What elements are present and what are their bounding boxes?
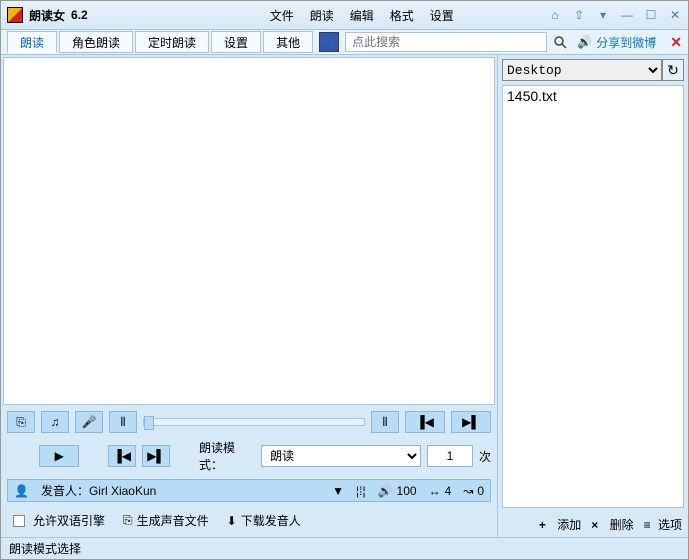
voice-name: Girl XiaoKun xyxy=(89,484,156,498)
rate-icon[interactable]: ↔ xyxy=(429,484,441,498)
volume-icon[interactable]: 🔊 xyxy=(378,484,393,498)
gen-audio-label: 生成声音文件 xyxy=(137,512,209,529)
menu-bar: 文件 朗读 编辑 格式 设置 xyxy=(270,7,454,24)
window-buttons: ⌂ ⇧ ▾ — ☐ ✕ xyxy=(548,8,682,22)
share-label: 分享到微博 xyxy=(596,34,656,51)
play-count-input[interactable] xyxy=(427,445,473,467)
speaker-icon: 🔊 xyxy=(577,35,592,49)
menu-format[interactable]: 格式 xyxy=(390,7,414,24)
home-icon[interactable]: ⌂ xyxy=(548,8,562,22)
delete-label: 删除 xyxy=(610,516,634,533)
titlebar: 朗读女 6.2 文件 朗读 编辑 格式 设置 ⌂ ⇧ ▾ — ☐ ✕ xyxy=(1,1,688,29)
options-button[interactable]: ≡ 选项 xyxy=(644,516,682,533)
slider-start-icon[interactable]: ⦀ xyxy=(109,411,137,433)
tray-icon[interactable]: ▾ xyxy=(596,8,610,22)
download-icon: ⬇ xyxy=(227,514,237,528)
status-text: 朗读模式选择 xyxy=(9,540,81,557)
file-list[interactable]: 1450.txt xyxy=(502,85,684,508)
tab-role-read[interactable]: 角色朗读 xyxy=(59,31,133,53)
text-area[interactable] xyxy=(3,57,495,405)
pitch-value: 0 xyxy=(477,484,484,498)
app-logo xyxy=(7,7,23,23)
menu-settings[interactable]: 设置 xyxy=(430,7,454,24)
download-voice-link[interactable]: ⬇ 下载发音人 xyxy=(227,512,301,529)
tab-read[interactable]: 朗读 xyxy=(7,31,57,53)
tab-timed-read[interactable]: 定时朗读 xyxy=(135,31,209,53)
menu-file[interactable]: 文件 xyxy=(270,7,294,24)
close-icon[interactable]: ✕ xyxy=(668,8,682,22)
status-bar: 朗读模式选择 xyxy=(1,537,688,559)
voice-label: 发音人： xyxy=(41,484,89,498)
prev-track-button[interactable]: ▐◀ xyxy=(405,411,445,433)
toolbar: 朗读 角色朗读 定时朗读 设置 其他 🐾 🔊 分享到微博 ✕ xyxy=(1,29,688,55)
maximize-icon[interactable]: ☐ xyxy=(644,8,658,22)
pitch-icon[interactable]: ↝ xyxy=(463,484,473,498)
play-button[interactable]: ▶ xyxy=(39,445,79,467)
export-icon: ⎘ xyxy=(123,513,133,528)
bilingual-label: 允许双语引擎 xyxy=(33,512,105,529)
download-voice-label: 下载发音人 xyxy=(241,512,301,529)
play-mode-label: 朗读模式： xyxy=(199,439,255,473)
search-icon[interactable] xyxy=(553,35,567,49)
prev-button[interactable]: ▐◀ xyxy=(108,445,136,467)
volume-value: 100 xyxy=(397,484,417,498)
next-button[interactable]: ▶▌ xyxy=(142,445,170,467)
voice-dropdown-icon[interactable]: ▼ xyxy=(332,484,344,498)
play-count-unit: 次 xyxy=(479,448,491,465)
mic-icon[interactable]: 🎤 xyxy=(75,411,103,433)
menu-read[interactable]: 朗读 xyxy=(310,7,334,24)
rate-value: 4 xyxy=(445,484,452,498)
gen-audio-link[interactable]: ⎘ 生成声音文件 xyxy=(123,512,209,529)
tuning-icon[interactable]: ¦⁞¦ xyxy=(356,484,366,498)
progress-slider[interactable] xyxy=(143,418,365,426)
add-button[interactable]: + 添加 xyxy=(539,516,581,533)
folder-select[interactable]: Desktop xyxy=(502,59,662,81)
music-icon[interactable]: ♫ xyxy=(41,411,69,433)
add-label: 添加 xyxy=(557,516,581,533)
bilingual-checkbox[interactable]: 允许双语引擎 xyxy=(13,512,105,529)
delete-button[interactable]: × 删除 xyxy=(591,516,633,533)
search-input[interactable] xyxy=(345,32,547,52)
paw-icon[interactable]: 🐾 xyxy=(319,32,339,52)
menu-edit[interactable]: 编辑 xyxy=(350,7,374,24)
pin-icon[interactable]: ⇧ xyxy=(572,8,586,22)
play-mode-select[interactable]: 朗读 xyxy=(261,445,421,467)
share-link[interactable]: 🔊 分享到微博 xyxy=(577,34,656,51)
next-track-button[interactable]: ▶▌ xyxy=(451,411,491,433)
refresh-button[interactable]: ↻ xyxy=(662,59,684,81)
panel-close-icon[interactable]: ✕ xyxy=(670,34,682,51)
slider-end-icon[interactable]: ⦀ xyxy=(371,411,399,433)
options-label: 选项 xyxy=(658,516,682,533)
tool-btn-1[interactable]: ⎘ xyxy=(7,411,35,433)
tab-settings[interactable]: 设置 xyxy=(211,31,261,53)
person-icon: 👤 xyxy=(14,484,29,498)
minimize-icon[interactable]: — xyxy=(620,8,634,22)
app-title: 朗读女 xyxy=(29,7,65,24)
tab-other[interactable]: 其他 xyxy=(263,31,313,53)
app-version: 6.2 xyxy=(71,8,88,22)
file-item[interactable]: 1450.txt xyxy=(507,88,679,104)
